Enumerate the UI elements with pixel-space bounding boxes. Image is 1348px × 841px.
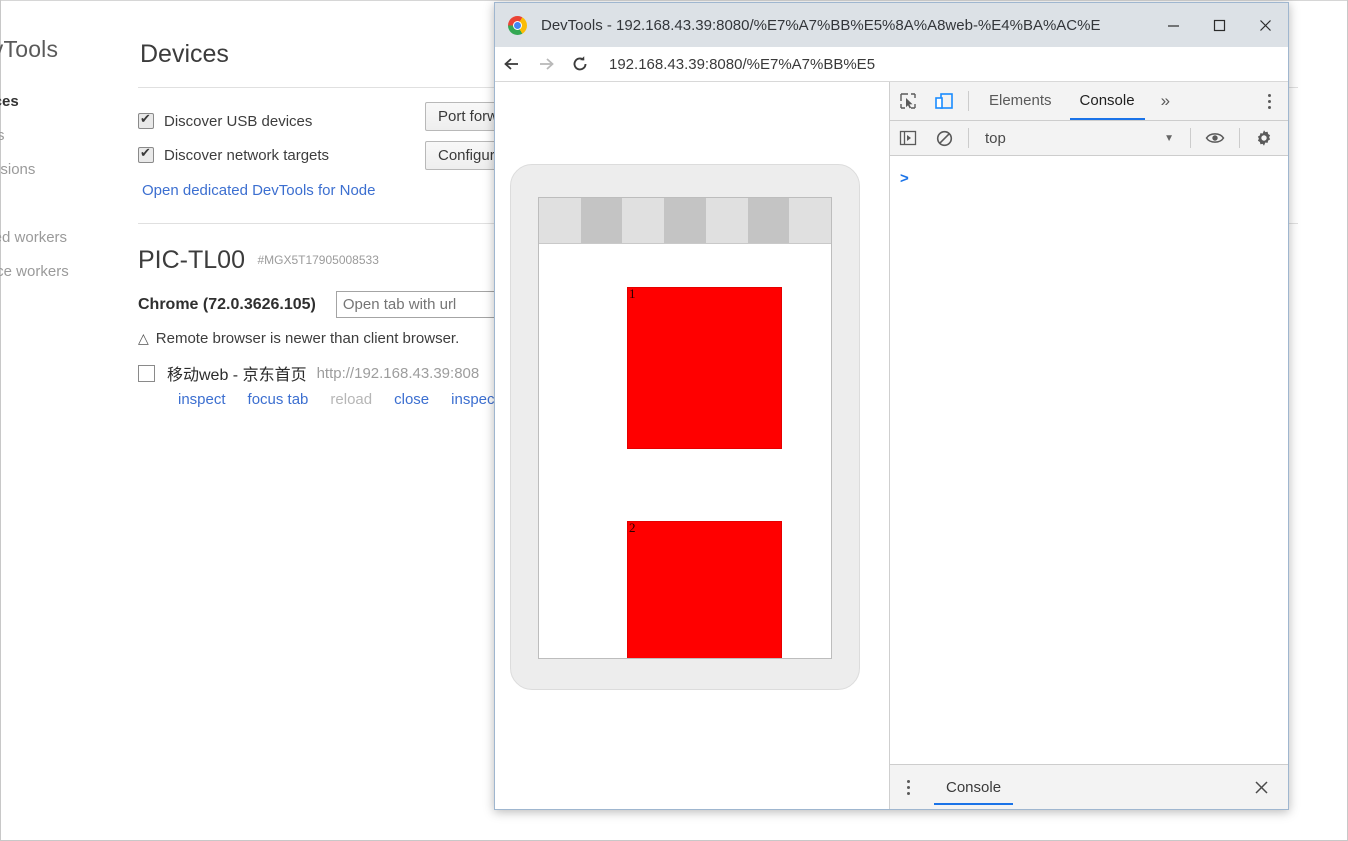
target-checkbox[interactable]: [138, 364, 155, 382]
device-serial: #MGX5T17905008533: [257, 253, 379, 267]
clear-console-icon[interactable]: [926, 119, 962, 157]
sidebar-item-other[interactable]: Other: [0, 289, 123, 323]
target-action-inspect-fallback[interactable]: inspect: [451, 391, 499, 408]
target-action-inspect[interactable]: inspect: [178, 391, 226, 408]
status-segment: [539, 198, 581, 243]
target-action-reload: reload: [330, 391, 373, 408]
target-action-close[interactable]: close: [394, 391, 429, 408]
open-node-devtools-link[interactable]: Open dedicated DevTools for Node: [142, 182, 375, 199]
maximize-icon[interactable]: [1196, 3, 1242, 47]
sidebar-item-extensions[interactable]: Extensions: [0, 153, 123, 187]
sidebar-item-pages[interactable]: Pages: [0, 119, 123, 153]
console-output-area[interactable]: >: [890, 156, 1288, 764]
target-action-focus-tab[interactable]: focus tab: [248, 391, 309, 408]
window-title: DevTools - 192.168.43.39:8080/%E7%A7%BB%…: [541, 16, 1101, 34]
device-screen[interactable]: 1 2: [538, 197, 832, 659]
address-bar-url[interactable]: 192.168.43.39:8080/%E7%A7%BB%E5: [609, 56, 875, 73]
ctx-separator-2: [1190, 128, 1191, 148]
toolbar-separator: [968, 91, 969, 111]
sidebar-item-apps[interactable]: Apps: [0, 187, 123, 221]
device-toolbar-icon[interactable]: [926, 82, 962, 120]
red-box-1-label: 1: [629, 286, 636, 301]
status-segment: [664, 198, 706, 243]
red-box-2: 2: [627, 520, 782, 658]
devtools-navbar: 192.168.43.39:8080/%E7%A7%BB%E5: [495, 47, 1288, 82]
remote-browser-warning-text: Remote browser is newer than client brow…: [155, 330, 460, 347]
discover-network-checkbox[interactable]: [138, 145, 154, 163]
status-segment: [747, 198, 790, 243]
status-segment: [705, 198, 748, 243]
devtools-main-toolbar: Elements Console »: [890, 82, 1288, 121]
device-frame: 1 2: [510, 164, 860, 690]
discover-usb-label: Discover USB devices: [164, 112, 313, 130]
kebab-menu-icon[interactable]: [890, 765, 926, 809]
devtools-panel: Elements Console » top ▼ > Console: [890, 82, 1288, 809]
inspect-brand-label: DevTools: [0, 36, 59, 62]
status-segment: [622, 198, 665, 243]
devtools-window: DevTools - 192.168.43.39:8080/%E7%A7%BB%…: [494, 2, 1289, 810]
target-title: 移动web - 京东首页: [167, 367, 307, 384]
sidebar-list: Devices Pages Extensions Apps Shared wor…: [0, 85, 123, 323]
minimize-icon[interactable]: [1150, 3, 1196, 47]
window-controls: [1150, 3, 1288, 47]
inspect-sidebar: DevTools Devices Pages Extensions Apps S…: [0, 36, 123, 323]
execution-context-selector[interactable]: top ▼: [985, 130, 1184, 147]
page-viewport: 1 2: [539, 244, 831, 658]
forward-arrow-icon: [529, 56, 563, 72]
discover-usb-checkbox[interactable]: [138, 111, 154, 129]
warning-triangle-icon: △: [138, 330, 149, 346]
sidebar-item-devices[interactable]: Devices: [0, 85, 123, 119]
close-icon[interactable]: [1244, 765, 1278, 809]
console-prompt-icon: >: [900, 170, 909, 187]
ctx-separator-3: [1239, 128, 1240, 148]
red-box-2-label: 2: [629, 520, 636, 535]
status-segment: [580, 198, 623, 243]
inspect-element-icon[interactable]: [890, 82, 926, 120]
more-tabs-icon[interactable]: »: [1149, 91, 1182, 111]
console-context-toolbar: top ▼: [890, 121, 1288, 156]
devtools-titlebar[interactable]: DevTools - 192.168.43.39:8080/%E7%A7%BB%…: [495, 3, 1288, 47]
discover-network-label: Discover network targets: [164, 146, 330, 164]
gear-icon[interactable]: [1246, 119, 1282, 157]
target-url: http://192.168.43.39:808: [316, 364, 480, 382]
close-icon[interactable]: [1242, 3, 1288, 47]
ctx-separator: [968, 128, 969, 148]
live-expression-icon[interactable]: [1197, 119, 1233, 157]
browser-version-label: Chrome (72.0.3626.105): [138, 295, 316, 313]
chevron-down-icon: ▼: [1164, 132, 1174, 144]
back-arrow-icon[interactable]: [495, 56, 529, 72]
screen: DevTools Devices Pages Extensions Apps S…: [0, 0, 1348, 841]
window-top-border: [0, 0, 1348, 1]
console-sidebar-icon[interactable]: [890, 119, 926, 157]
tab-elements[interactable]: Elements: [975, 82, 1066, 120]
sidebar-item-shared-workers[interactable]: Shared workers: [0, 221, 123, 255]
drawer-tab-console[interactable]: Console: [932, 765, 1015, 809]
devtools-body: 1 2 Elements Console » top ▼ > Console: [495, 82, 1288, 809]
chrome-logo-icon: [508, 15, 527, 35]
execution-context-value: top: [985, 129, 1006, 147]
device-preview-pane: 1 2: [495, 82, 890, 809]
status-segment: [789, 198, 831, 243]
kebab-menu-icon[interactable]: [1252, 82, 1286, 120]
device-name: PIC-TL00: [138, 246, 245, 274]
tab-console[interactable]: Console: [1066, 82, 1149, 120]
console-drawer: Console: [890, 764, 1288, 809]
page-status-bar: [539, 198, 831, 244]
sidebar-item-service-workers[interactable]: Service workers: [0, 255, 123, 289]
red-box-1: 1: [627, 286, 782, 449]
reload-icon[interactable]: [563, 55, 597, 73]
